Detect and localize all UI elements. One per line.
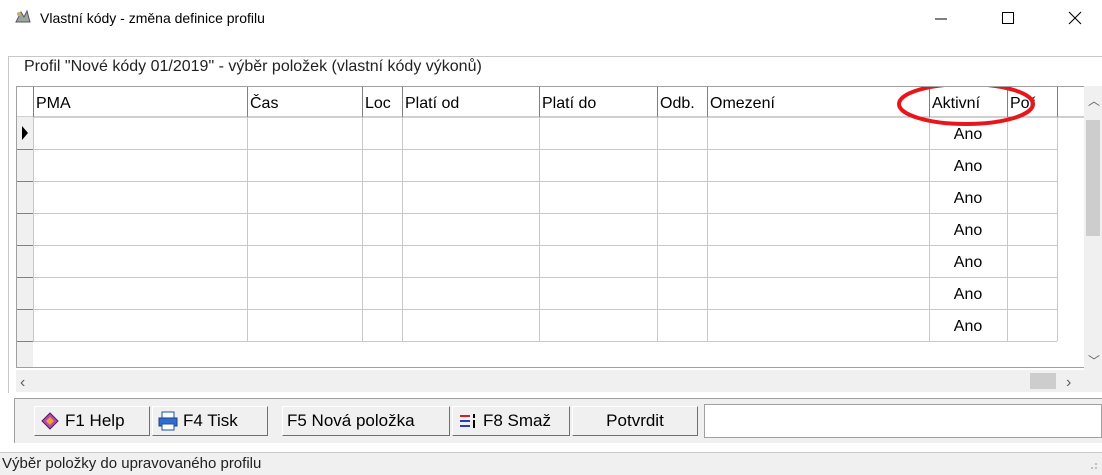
close-button[interactable] bbox=[1052, 0, 1098, 36]
maximize-icon bbox=[1002, 12, 1014, 24]
group-caption: Profil "Nové kódy 01/2019" - výběr polož… bbox=[22, 58, 484, 76]
items-grid[interactable]: PMA Čas Loc Platí od Platí do Odb. Omezení Akti… bbox=[16, 86, 1086, 368]
row-indicator-column bbox=[17, 117, 33, 367]
scroll-right-icon[interactable]: › bbox=[1066, 374, 1071, 392]
vertical-scroll-thumb[interactable] bbox=[1086, 120, 1100, 236]
scroll-up-icon[interactable]: ︿ bbox=[1088, 92, 1100, 109]
f4-print-label: F4 Tisk bbox=[183, 411, 238, 430]
horizontal-scrollbar[interactable] bbox=[16, 370, 1102, 392]
f1-help-button[interactable]: F1 Help bbox=[34, 406, 150, 436]
title-bar: Vlastní kódy - změna definice profilu bbox=[0, 0, 1102, 40]
grid-cell[interactable]: Ano bbox=[954, 222, 983, 239]
scroll-left-icon[interactable]: ‹ bbox=[20, 374, 25, 392]
f5-new-item-label: F5 Nová položka bbox=[287, 411, 415, 430]
delete-rows-icon bbox=[460, 414, 475, 428]
printer-icon bbox=[158, 411, 178, 431]
grid-canvas: PMA Čas Loc Platí od Platí do Odb. Omezení Akti… bbox=[17, 87, 1085, 367]
horizontal-scroll-thumb[interactable] bbox=[1030, 373, 1056, 389]
app-icon bbox=[15, 9, 31, 23]
status-text: Výběr položky do upravovaného profilu bbox=[2, 455, 262, 472]
f5-new-item-button[interactable]: F5 Nová položka bbox=[282, 406, 450, 436]
maximize-button[interactable] bbox=[985, 0, 1031, 36]
scroll-down-icon[interactable]: ﹀ bbox=[1088, 352, 1100, 369]
confirm-label: Potvrdit bbox=[606, 411, 664, 430]
f1-help-label: F1 Help bbox=[65, 411, 125, 430]
window-title: Vlastní kódy - změna definice profilu bbox=[40, 10, 265, 26]
grid-cell[interactable]: Ano bbox=[954, 190, 983, 207]
column-header-5[interactable]: Odb. bbox=[660, 95, 695, 112]
close-icon bbox=[1068, 11, 1082, 25]
confirm-button[interactable]: Potvrdit bbox=[572, 406, 698, 436]
status-field bbox=[704, 404, 1102, 438]
f8-delete-button[interactable]: F8 Smaž bbox=[452, 406, 570, 436]
grid-cell[interactable]: Ano bbox=[954, 286, 983, 303]
minimize-button[interactable] bbox=[918, 0, 964, 36]
grid-cell[interactable]: Ano bbox=[954, 158, 983, 175]
column-header-3[interactable]: Platí od bbox=[405, 95, 459, 112]
grid-cell[interactable]: Ano bbox=[954, 126, 983, 143]
resize-grip-icon[interactable] bbox=[1090, 462, 1098, 470]
column-header-6[interactable]: Omezení bbox=[710, 95, 775, 112]
column-header-2[interactable]: Loc bbox=[365, 95, 391, 112]
column-header-4[interactable]: Platí do bbox=[542, 95, 596, 112]
help-book-icon bbox=[41, 412, 59, 430]
column-header-7[interactable]: Aktivní bbox=[932, 95, 981, 112]
minimize-icon bbox=[935, 18, 947, 20]
grid-cell[interactable]: Ano bbox=[954, 254, 983, 271]
f8-delete-label: F8 Smaž bbox=[483, 411, 552, 430]
f4-print-button[interactable]: F4 Tisk bbox=[152, 406, 268, 436]
grid-cell[interactable]: Ano bbox=[954, 318, 983, 335]
column-header-1[interactable]: Čas bbox=[250, 93, 278, 112]
column-header-0[interactable]: PMA bbox=[36, 95, 71, 112]
